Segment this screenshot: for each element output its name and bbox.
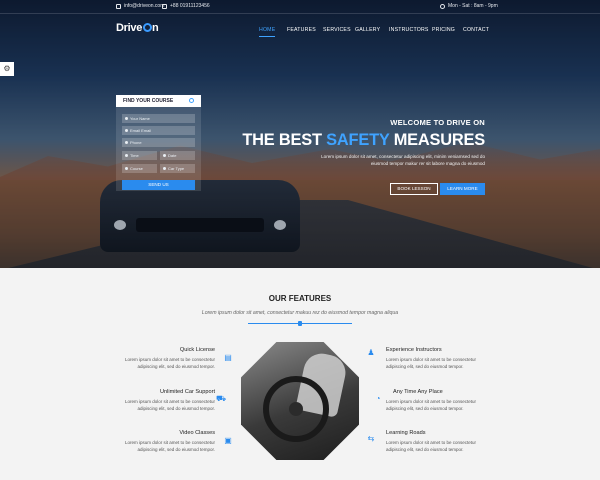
nav-home[interactable]: HOME — [259, 27, 275, 33]
nav-services[interactable]: SERVICES — [323, 27, 351, 33]
phone-placeholder: Phone — [130, 140, 142, 145]
date-field[interactable]: Date — [160, 151, 195, 160]
feature-desc: adipiscing elit, sed do eiusmod tempor. — [386, 447, 464, 452]
name-field[interactable]: Your Name — [122, 114, 195, 123]
phone-field[interactable]: Phone — [122, 138, 195, 147]
hero-desc-line: Lorem ipsum dolor sit amet, consectetur … — [321, 154, 485, 159]
document-icon: ▤ — [224, 353, 232, 362]
feature-quick-license: Quick License Lorem ipsum dolor sit amet… — [105, 347, 215, 370]
active-underline — [259, 36, 275, 37]
calendar-icon — [163, 154, 166, 157]
car-icon: ⛟ — [216, 394, 227, 403]
course-placeholder: Course — [130, 166, 143, 171]
settings-tab[interactable]: ⚙ — [0, 62, 14, 76]
phone-icon — [162, 3, 167, 9]
headline-accent: SAFETY — [326, 131, 390, 149]
feature-desc: Lorem ipsum dolor sit amet to be consect… — [386, 357, 477, 362]
topbar-phone[interactable]: +88 01911123456 — [162, 3, 210, 9]
road-sign-icon: ⇆ — [367, 434, 375, 443]
steering-wheel-shape — [263, 376, 329, 442]
topbar-hours: Mon - Sat : 8am - 9pm — [440, 3, 498, 9]
feature-desc: adipiscing elit, sed do eiusmod tempor. — [137, 447, 215, 452]
phone-text: +88 01911123456 — [170, 3, 210, 9]
phone-icon — [125, 141, 128, 144]
feature-desc: adipiscing elit, sed do eiusmod tempor. — [386, 406, 464, 411]
feature-title: Experience Instructors — [386, 347, 442, 353]
email-placeholder: Email Email — [130, 128, 152, 133]
main-nav: HOME FEATURES SERVICES GALLERY INSTRUCTO… — [0, 27, 600, 37]
clock-icon — [125, 154, 128, 157]
car-icon — [163, 167, 166, 170]
car-type-select[interactable]: Car Type — [160, 164, 195, 173]
feature-desc: Lorem ipsum dolor sit amet to be consect… — [124, 357, 215, 362]
features-subtitle: Lorem ipsum dolor sit amet, consectetur … — [201, 310, 399, 316]
feature-desc: Lorem ipsum dolor sit amet to be consect… — [124, 440, 215, 445]
feature-desc: Lorem ipsum dolor sit amet to be consect… — [386, 440, 477, 445]
time-placeholder: Time — [130, 153, 139, 158]
send-button[interactable]: SEND US — [122, 180, 195, 190]
chevron-down-icon[interactable] — [189, 98, 194, 103]
course-select[interactable]: Course — [122, 164, 157, 173]
book-icon — [125, 167, 128, 170]
feature-video-classes: Video Classes Lorem ipsum dolor sit amet… — [105, 430, 215, 453]
feature-learning-roads: Learning Roads Lorem ipsum dolor sit ame… — [386, 430, 496, 453]
user-icon — [125, 117, 128, 120]
clock-icon: ◔ — [375, 394, 381, 403]
feature-desc: Lorem ipsum dolor sit amet to be consect… — [124, 399, 215, 404]
hours-text: Mon - Sat : 8am - 9pm — [448, 3, 498, 9]
hero-description: Lorem ipsum dolor sit amet, consectetur … — [300, 153, 485, 167]
mail-icon — [116, 3, 121, 9]
car-type-placeholder: Car Type — [168, 166, 185, 171]
feature-title: Quick License — [179, 347, 215, 353]
nav-contact[interactable]: CONTACT — [463, 27, 489, 33]
feature-title: Any Time Any Place — [393, 389, 443, 395]
nav-gallery[interactable]: GALLERY — [355, 27, 380, 33]
form-title: FIND YOUR COURSE — [123, 98, 174, 104]
nav-instructors[interactable]: INSTRUCTORS — [389, 27, 429, 33]
feature-title: Unlimited Car Support — [159, 389, 215, 395]
feature-car-support: Unlimited Car Support Lorem ipsum dolor … — [105, 389, 215, 412]
features-title: OUR FEATURES — [268, 294, 332, 303]
hero-desc-line: eiusmod tempor makur rer sit labore magn… — [370, 161, 485, 166]
book-lesson-button[interactable]: BOOK LESSON — [390, 183, 438, 195]
top-info-bar: info@driveon.com +88 01911123456 Mon - S… — [0, 0, 600, 14]
topbar-email[interactable]: info@driveon.com — [116, 3, 164, 9]
feature-any-time: Any Time Any Place Lorem ipsum dolor sit… — [386, 389, 496, 412]
email-text: info@driveon.com — [124, 3, 165, 9]
divider-ornament — [298, 321, 302, 326]
form-header: FIND YOUR COURSE — [116, 95, 201, 107]
feature-title: Learning Roads — [386, 430, 426, 436]
steering-wheel-image — [241, 342, 359, 460]
clock-icon — [440, 3, 445, 9]
instructor-icon: ♟ — [367, 348, 375, 357]
hero-welcome: WELCOME TO DRIVE ON — [390, 118, 485, 127]
headline-pre: THE BEST — [242, 131, 327, 149]
hero-headline: THE BEST SAFETY MEASURES — [220, 131, 485, 150]
feature-desc: adipiscing elit, sed do eiusmod tempor. — [137, 406, 215, 411]
feature-title: Video Classes — [179, 430, 215, 436]
date-placeholder: Date — [168, 153, 177, 158]
feature-desc: adipiscing elit, sed do eiusmod tempor. — [137, 364, 215, 369]
headline-post: MEASURES — [389, 131, 486, 149]
email-field[interactable]: Email Email — [122, 126, 195, 135]
wheel-hub — [289, 402, 303, 416]
nav-features[interactable]: FEATURES — [287, 27, 316, 33]
video-icon: ▣ — [224, 436, 232, 445]
time-field[interactable]: Time — [122, 151, 157, 160]
name-placeholder: Your Name — [130, 116, 150, 121]
learn-more-button[interactable]: LEARN MORE — [440, 183, 485, 195]
mail-icon — [125, 129, 128, 132]
feature-desc: Lorem ipsum dolor sit amet to be consect… — [386, 399, 477, 404]
nav-pricing[interactable]: PRICING — [432, 27, 455, 33]
feature-desc: adipiscing elit, sed do eiusmod tempor. — [386, 364, 464, 369]
feature-experience-instructors: Experience Instructors Lorem ipsum dolor… — [386, 347, 496, 370]
gear-icon: ⚙ — [3, 64, 11, 73]
